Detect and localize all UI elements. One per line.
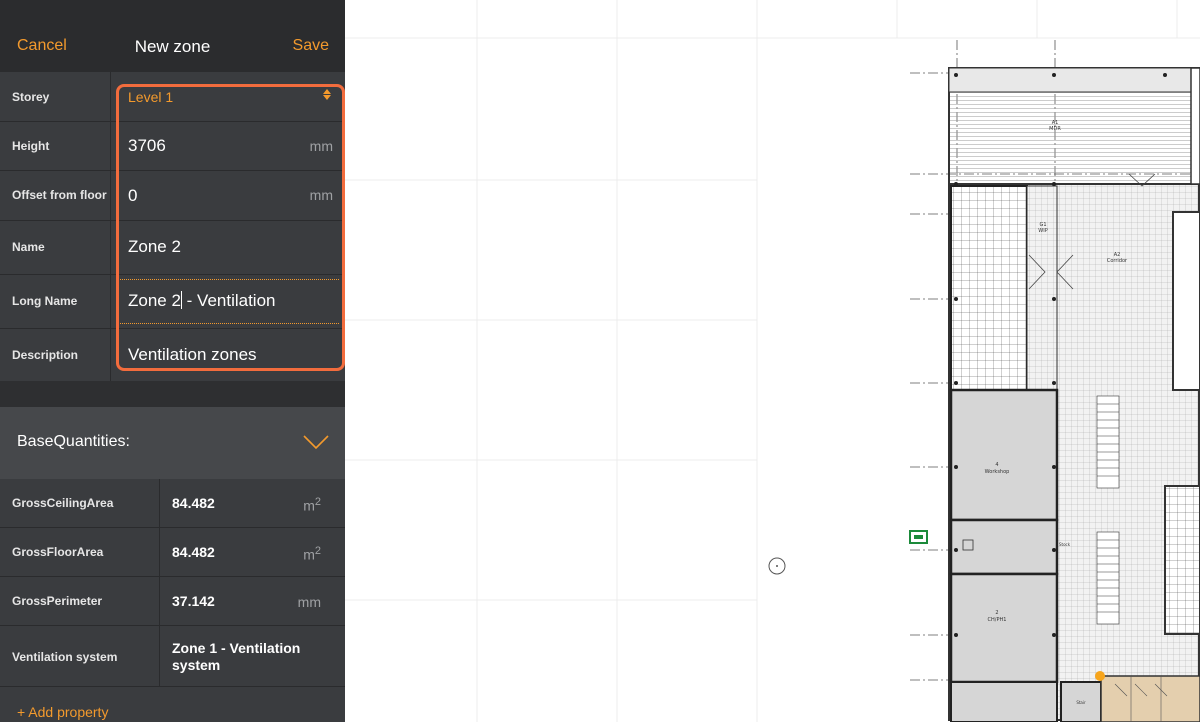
add-property-link[interactable]: + Add property: [17, 704, 108, 720]
room-name-label: Workshop: [985, 469, 1010, 475]
row-divider: [110, 171, 111, 220]
description-row: Description Ventilation zones: [0, 329, 345, 381]
long-name-row: Long Name Zone 2 - Ventilation: [0, 275, 345, 329]
offset-unit: mm: [309, 187, 333, 203]
storey-select[interactable]: Level 1: [128, 89, 173, 105]
focus-outline-bottom: [120, 323, 339, 324]
height-row: Height 3706 mm: [0, 122, 345, 171]
row-divider: [159, 626, 160, 686]
offset-label: Offset from floor: [12, 188, 107, 202]
quantity-value[interactable]: 84.482: [172, 544, 215, 560]
quantity-row: GrossCeilingArea 84.482 m2: [0, 479, 345, 528]
panel-header: Cancel New zone Save: [0, 0, 345, 72]
row-divider: [159, 479, 160, 527]
quantity-row: Ventilation system Zone 1 - Ventilation s…: [0, 626, 345, 687]
long-name-input[interactable]: Zone 2 - Ventilation: [128, 291, 276, 311]
focus-outline-top: [120, 279, 339, 280]
quantity-label: GrossPerimeter: [12, 594, 103, 608]
storey-label: Storey: [12, 90, 50, 104]
quantity-unit: mm: [297, 594, 321, 610]
storey-row: Storey Level 1: [0, 72, 345, 122]
long-name-text-after-cursor: - Ventilation: [181, 291, 276, 310]
room-number-label: 2: [995, 610, 998, 616]
row-divider: [110, 122, 111, 170]
long-name-label: Long Name: [12, 294, 78, 308]
quantity-value[interactable]: 37.142: [172, 593, 215, 609]
room-name-label: MDR: [1049, 126, 1061, 132]
name-label: Name: [12, 240, 45, 254]
row-divider: [159, 577, 160, 625]
row-divider: [110, 329, 111, 381]
offset-row: Offset from floor 0 mm: [0, 171, 345, 221]
quantity-label: Ventilation system: [12, 650, 118, 664]
room-name-label: CH/PH1: [988, 617, 1007, 623]
room-number-label: 4: [995, 462, 998, 468]
snap-point-marker: [1095, 671, 1105, 681]
room-name-label: Stair: [1076, 700, 1086, 705]
long-name-text-before-cursor: Zone 2: [128, 291, 181, 310]
quantity-label: GrossCeilingArea: [12, 496, 114, 510]
chevron-down-icon[interactable]: [303, 431, 329, 451]
floorplan-drawing[interactable]: A1 MDR G1 WIP A2 Corridor 4 Workshop Sto…: [345, 0, 1200, 722]
room-name-label: Corridor: [1107, 258, 1128, 264]
offset-input[interactable]: 0: [128, 186, 137, 206]
room-name-label: WIP: [1038, 228, 1047, 234]
name-row: Name Zone 2: [0, 221, 345, 275]
save-button[interactable]: Save: [293, 37, 329, 55]
section-gap: [0, 381, 345, 407]
zone-editor-panel: Cancel New zone Save Storey Level 1 Heig…: [0, 0, 345, 722]
zone-form: Storey Level 1 Height 3706 mm Offset fro…: [0, 72, 345, 381]
row-divider: [110, 72, 111, 121]
height-label: Height: [12, 139, 50, 153]
row-divider: [110, 221, 111, 274]
row-divider: [159, 528, 160, 576]
select-arrows-icon: [323, 89, 331, 100]
quantity-row: GrossFloorArea 84.482 m2: [0, 528, 345, 577]
quantity-unit: m2: [303, 545, 321, 563]
name-input[interactable]: Zone 2: [128, 237, 181, 257]
quantity-unit: m2: [303, 496, 321, 514]
quantity-row: GrossPerimeter 37.142 mm: [0, 577, 345, 626]
description-input[interactable]: Ventilation zones: [128, 345, 257, 365]
room-name-label: Stock: [1059, 542, 1071, 547]
height-input[interactable]: 3706: [128, 136, 166, 156]
row-divider: [110, 275, 111, 328]
height-unit: mm: [309, 138, 333, 154]
description-label: Description: [12, 348, 79, 362]
floorplan-canvas[interactable]: A1 MDR G1 WIP A2 Corridor 4 Workshop Sto…: [345, 0, 1200, 722]
base-quantities-title: BaseQuantities:: [17, 433, 130, 450]
quantity-value[interactable]: Zone 1 - Ventilation system: [172, 640, 300, 674]
quantity-label: GrossFloorArea: [12, 545, 104, 559]
base-quantities-header[interactable]: BaseQuantities:: [0, 407, 345, 479]
quantity-value[interactable]: 84.482: [172, 495, 215, 511]
